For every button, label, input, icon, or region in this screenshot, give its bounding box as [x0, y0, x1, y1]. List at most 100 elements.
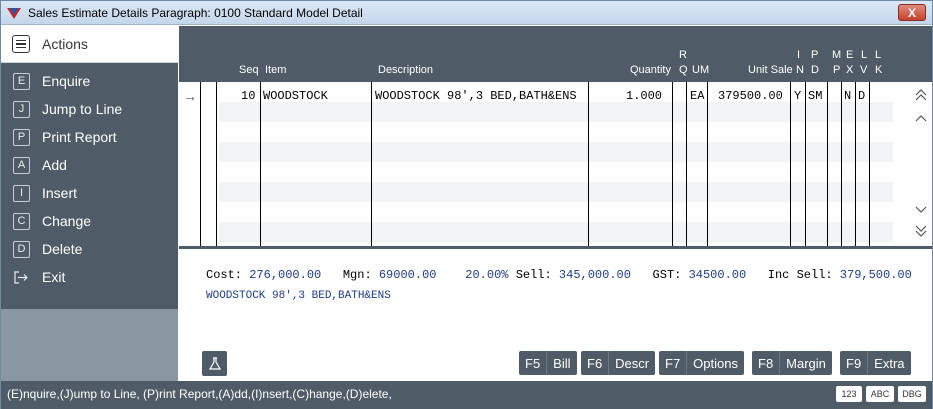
fkey-label: Descr	[615, 355, 650, 371]
fkey-code: F9	[840, 351, 869, 375]
detail-grid: → 10 WOODSTOCK WOODSTOCK 98',3 BED,BATH&…	[179, 82, 932, 246]
cell-item[interactable]: WOODSTOCK	[263, 89, 328, 103]
key-e-icon: E	[13, 72, 30, 90]
key-a-icon: A	[13, 156, 30, 174]
col-quantity[interactable]: Quantity	[630, 64, 671, 76]
window-title: Sales Estimate Details Paragraph: 0100 S…	[28, 5, 363, 20]
key-i-icon: I	[13, 184, 30, 202]
key-c-icon: C	[13, 212, 30, 230]
action-change[interactable]: C Change	[1, 207, 178, 235]
col-in-bottom[interactable]: N	[796, 64, 804, 76]
cell-description[interactable]: WOODSTOCK 98',3 BED,BATH&ENS	[375, 89, 577, 103]
col-rq-top: R	[679, 49, 687, 61]
fkey-label: Options	[693, 355, 738, 371]
cell-pd[interactable]: SM	[808, 89, 822, 103]
fkey-code: F8	[752, 351, 781, 375]
col-mp-top: M	[832, 49, 842, 61]
exit-icon	[13, 269, 30, 286]
actions-header[interactable]: Actions	[1, 26, 178, 63]
action-insert[interactable]: I Insert	[1, 179, 178, 207]
f8-margin-button[interactable]: F8 Margin	[752, 351, 832, 375]
scroll-bottom-icon[interactable]	[913, 224, 929, 240]
f6-descr-button[interactable]: F6 Descr	[581, 351, 656, 375]
flask-icon	[208, 356, 221, 370]
badge-numeric: 123	[836, 386, 862, 402]
cell-seq[interactable]: 10	[241, 89, 255, 103]
action-delete[interactable]: D Delete	[1, 235, 178, 263]
f7-options-button[interactable]: F7 Options	[659, 351, 744, 375]
col-rq-bottom[interactable]: Q	[679, 64, 688, 76]
app-logo-icon	[7, 7, 21, 19]
gst-value: 34500.00	[688, 268, 747, 282]
sell-value: 345,000.00	[558, 268, 631, 282]
cell-unit-sale[interactable]: 379500.00	[718, 89, 783, 103]
fkey-code: F6	[581, 351, 610, 375]
key-p-icon: P	[13, 128, 30, 146]
selected-item-description: WOODSTOCK 98',3 BED,BATH&ENS	[206, 290, 391, 302]
cell-um[interactable]: EA	[690, 89, 704, 103]
action-label: Jump to Line	[42, 101, 123, 117]
col-ex-bottom[interactable]: X	[846, 64, 853, 76]
action-add[interactable]: A Add	[1, 151, 178, 179]
grid-header: Seq Item Description Quantity R Q UM Uni…	[179, 26, 932, 82]
flask-button[interactable]	[202, 351, 227, 376]
cell-lv[interactable]: D	[858, 89, 865, 103]
col-lv-top: L	[861, 49, 868, 61]
cost-label: Cost:	[206, 268, 243, 282]
main-panel: Seq Item Description Quantity R Q UM Uni…	[179, 26, 932, 381]
grid-divider	[179, 246, 932, 249]
gst-label: GST:	[652, 268, 682, 282]
col-lv-bottom[interactable]: V	[860, 64, 867, 76]
action-label: Print Report	[42, 129, 117, 145]
status-bar: (E)nquire,(J)ump to Line, (P)rint Report…	[1, 381, 932, 409]
col-unit-sale[interactable]: Unit Sale	[748, 64, 793, 76]
action-label: Add	[42, 157, 67, 173]
actions-title: Actions	[42, 36, 88, 52]
margin-value: 69000.00	[378, 268, 437, 282]
f5-bill-button[interactable]: F5 Bill	[519, 351, 577, 375]
col-pd-top: P	[811, 49, 819, 61]
action-enquire[interactable]: E Enquire	[1, 67, 178, 95]
key-j-icon: J	[13, 100, 30, 118]
sell-label: Sell:	[515, 268, 552, 282]
current-row-arrow-icon: →	[183, 88, 197, 104]
scroll-top-icon[interactable]	[913, 88, 929, 104]
cell-quantity[interactable]: 1.000	[626, 89, 662, 103]
action-label: Enquire	[42, 73, 91, 89]
grid-scroll-controls	[909, 82, 932, 246]
cell-ex[interactable]: N	[844, 89, 851, 103]
col-seq[interactable]: Seq	[239, 64, 259, 76]
fkey-code: F5	[519, 351, 548, 375]
app-window: Sales Estimate Details Paragraph: 0100 S…	[0, 0, 933, 409]
title-bar: Sales Estimate Details Paragraph: 0100 S…	[1, 1, 932, 25]
col-lk-bottom[interactable]: K	[875, 64, 882, 76]
margin-percent: 20.00%	[465, 268, 509, 282]
cell-in[interactable]: Y	[794, 89, 801, 103]
hamburger-menu-icon[interactable]	[12, 35, 30, 53]
action-jump-to-line[interactable]: J Jump to Line	[1, 95, 178, 123]
fkey-label: Margin	[786, 355, 826, 371]
close-button[interactable]: X	[898, 4, 926, 21]
margin-label: Mgn:	[342, 268, 372, 282]
col-item[interactable]: Item	[265, 64, 286, 76]
fkey-label: Bill	[553, 355, 571, 371]
col-um[interactable]: UM	[692, 64, 709, 76]
fkey-label: Extra	[874, 355, 905, 371]
cost-value: 276,000.00	[249, 268, 322, 282]
col-lk-top: L	[875, 49, 882, 61]
action-label: Exit	[42, 269, 66, 285]
scroll-down-icon[interactable]	[913, 202, 929, 218]
action-label: Insert	[42, 185, 78, 201]
inc-sell-label: Inc Sell:	[767, 268, 833, 282]
actions-list: E Enquire J Jump to Line P Print Report …	[1, 63, 178, 291]
col-pd-bottom[interactable]: D	[811, 64, 819, 76]
badge-caps: ABC	[866, 386, 894, 402]
scroll-up-icon[interactable]	[913, 112, 929, 128]
action-print-report[interactable]: P Print Report	[1, 123, 178, 151]
action-exit[interactable]: Exit	[1, 263, 178, 291]
f9-extra-button[interactable]: F9 Extra	[840, 351, 911, 375]
sidebar-footer	[1, 309, 178, 381]
col-description[interactable]: Description	[378, 64, 433, 76]
col-mp-bottom[interactable]: P	[833, 64, 840, 76]
close-icon: X	[907, 5, 916, 20]
